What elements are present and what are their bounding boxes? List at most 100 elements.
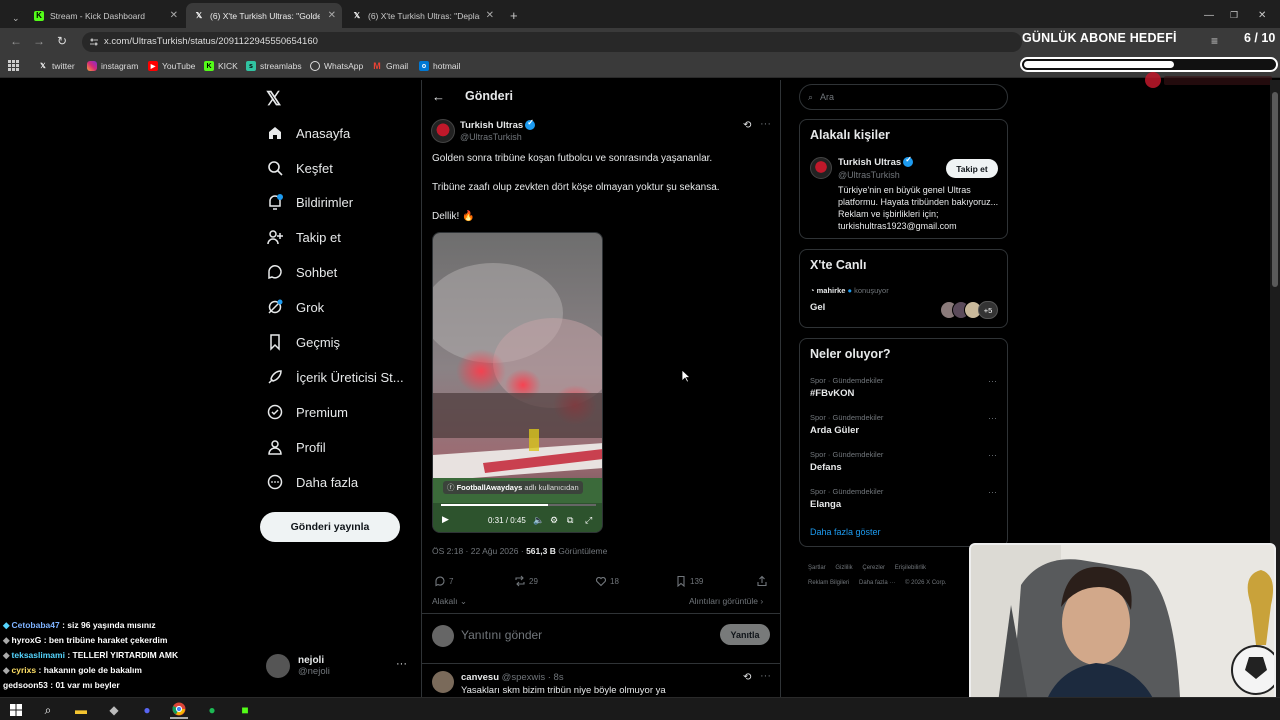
video-progress-track[interactable]	[441, 504, 596, 506]
app-icon[interactable]: ◆	[105, 701, 123, 719]
x-logo-icon[interactable]: 𝕏	[266, 88, 281, 111]
sidebar-item-history[interactable]: Geçmiş	[266, 329, 340, 355]
relevance-sort[interactable]: Alakalı ⌄	[432, 596, 467, 607]
back-arrow-icon[interactable]: ←	[432, 89, 445, 104]
footer-link[interactable]: Çerezler	[862, 565, 885, 571]
footer-link[interactable]: Gizlilik	[835, 565, 852, 571]
sidebar-item-grok[interactable]: Grok	[266, 294, 324, 320]
grok-explain-icon[interactable]: ⟲	[743, 120, 751, 131]
tab-x-golden[interactable]: 𝕏 (6) X'te Turkish Ultras: "Golden ✕	[186, 3, 342, 28]
reply-button[interactable]: Yanıtla	[720, 624, 770, 645]
search-icon[interactable]: ⌕	[39, 701, 57, 719]
tab-kick-dashboard[interactable]: K Stream - Kick Dashboard ✕	[26, 3, 184, 28]
chrome-icon[interactable]	[170, 701, 188, 719]
pip-icon[interactable]: ⧉	[567, 515, 573, 526]
author-avatar[interactable]	[431, 119, 455, 143]
person-name[interactable]: Turkish Ultras	[838, 155, 914, 168]
avatar[interactable]	[432, 671, 454, 693]
close-icon[interactable]: ✕	[486, 10, 494, 21]
trend-item[interactable]: Spor · Gündemdekiler Arda Güler	[810, 413, 883, 436]
sidebar-item-more[interactable]: Daha fazla	[266, 469, 358, 495]
close-icon[interactable]: ✕	[328, 10, 336, 21]
more-horizontal-icon[interactable]: ···	[396, 658, 407, 670]
menu-lines-icon[interactable]: ≡	[1211, 34, 1218, 48]
post-button[interactable]: Gönderi yayınla	[260, 512, 400, 542]
bookmark-twitter[interactable]: 𝕏twitter	[38, 61, 75, 71]
more-horizontal-icon[interactable]: ···	[988, 450, 997, 460]
bookmark-streamlabs[interactable]: s streamlabs	[246, 61, 302, 71]
video-attribution[interactable]: ⓕ FootballAwaydays adlı kullanıcıdan	[443, 481, 583, 494]
bookmark-youtube[interactable]: ▶ YouTube	[148, 61, 195, 71]
like-action[interactable]: 18	[595, 575, 619, 587]
reply-input[interactable]: Yanıtını gönder	[461, 628, 542, 642]
avatar[interactable]	[810, 157, 832, 179]
video-player[interactable]: ⓕ FootballAwaydays adlı kullanıcıdan ▶ 0…	[432, 232, 603, 533]
bookmark-instagram[interactable]: instagram	[87, 61, 138, 71]
author-handle[interactable]: @UltrasTurkish	[460, 132, 522, 142]
file-explorer-icon[interactable]: ▬	[72, 701, 90, 719]
settings-icon[interactable]: ⚙	[550, 515, 558, 526]
tab-x-deplasman[interactable]: 𝕏 (6) X'te Turkish Ultras: "Deplasm ✕	[344, 3, 500, 28]
account-switcher[interactable]: nejoli @nejoli	[266, 654, 330, 678]
kick-icon[interactable]: ■	[236, 701, 254, 719]
footer-link[interactable]: Daha fazla ···	[859, 580, 895, 586]
bookmark-gmail[interactable]: M Gmail	[372, 61, 408, 71]
sidebar-item-notifications[interactable]: Bildirimler	[266, 189, 353, 215]
close-icon[interactable]: ✕	[170, 10, 178, 21]
more-horizontal-icon[interactable]: ···	[760, 670, 771, 682]
footer-link[interactable]: Şartlar	[808, 565, 826, 571]
more-horizontal-icon[interactable]: ···	[988, 376, 997, 386]
close-window-button[interactable]: ✕	[1250, 3, 1266, 28]
repost-action[interactable]: 29	[514, 575, 538, 587]
view-quotes-link[interactable]: Alıntıları görüntüle ›	[689, 596, 763, 606]
comment-author[interactable]: canvesu @spexwis · 8s	[461, 672, 564, 683]
volume-icon[interactable]: 🔈	[533, 515, 544, 526]
bookmark-whatsapp[interactable]: WhatsApp	[310, 61, 363, 71]
footer-link[interactable]: Reklam Bilgileri	[808, 580, 849, 586]
follow-button[interactable]: Takip et	[946, 159, 998, 178]
search-input[interactable]: ⌕ Ara	[799, 84, 1008, 110]
minimize-button[interactable]: —	[1196, 3, 1214, 28]
play-icon[interactable]: ▶	[442, 514, 449, 525]
reply-count: 7	[449, 576, 454, 586]
trend-title: Elanga	[810, 499, 842, 510]
windows-start-icon[interactable]	[7, 701, 25, 719]
restore-button[interactable]: ❐	[1222, 3, 1238, 28]
back-icon[interactable]: ←	[10, 34, 22, 48]
show-more-link[interactable]: Daha fazla göster	[810, 527, 881, 537]
bookmark-hotmail[interactable]: o hotmail	[419, 61, 460, 71]
site-info-icon[interactable]	[89, 37, 99, 47]
trend-item[interactable]: Spor · Gündemdekiler #FBvKON	[810, 376, 883, 399]
bookmark-action[interactable]: 139	[675, 575, 703, 587]
apps-grid-icon[interactable]	[8, 60, 19, 71]
footer-link[interactable]: Erişilebilirlik	[895, 565, 926, 571]
fullscreen-icon[interactable]: ⤢	[585, 515, 592, 526]
more-horizontal-icon[interactable]: ···	[760, 118, 771, 130]
bookmark-kick[interactable]: K KICK	[204, 61, 238, 71]
author-name[interactable]: Turkish Ultras	[460, 118, 536, 131]
person-handle[interactable]: @UltrasTurkish	[838, 170, 900, 180]
sidebar-item-explore[interactable]: Keşfet	[266, 155, 333, 181]
discord-icon[interactable]: ●	[138, 701, 156, 719]
scrollbar-thumb[interactable]	[1272, 92, 1278, 287]
spotify-icon[interactable]: ●	[203, 701, 221, 719]
reload-icon[interactable]: ↻	[57, 34, 67, 48]
sidebar-item-chat[interactable]: Sohbet	[266, 259, 337, 285]
reply-action[interactable]: 7	[434, 575, 453, 587]
grok-explain-icon[interactable]: ⟲	[743, 672, 751, 683]
more-horizontal-icon[interactable]: ···	[988, 487, 997, 497]
live-card[interactable]: X'te Canlı ◔ mahirke ● konuşuyor Gel +5	[799, 249, 1008, 328]
sidebar-item-premium[interactable]: Premium	[266, 399, 348, 425]
url-input[interactable]: x.com/UltrasTurkish/status/2091122945550…	[82, 32, 1022, 52]
trend-item[interactable]: Spor · Gündemdekiler Elanga	[810, 487, 883, 510]
forward-icon[interactable]: →	[33, 34, 45, 48]
more-horizontal-icon[interactable]: ···	[988, 413, 997, 423]
new-tab-button[interactable]: +	[502, 3, 518, 28]
trend-item[interactable]: Spor · Gündemdekiler Defans	[810, 450, 883, 473]
sidebar-item-profile[interactable]: Profil	[266, 434, 326, 460]
sidebar-item-creator-studio[interactable]: İçerik Üreticisi St...	[266, 364, 404, 390]
sidebar-item-home[interactable]: Anasayfa	[266, 120, 350, 146]
sidebar-item-follow[interactable]: Takip et	[266, 224, 341, 250]
share-action[interactable]	[756, 575, 768, 587]
post-timestamp[interactable]: ÖS 2:18 · 22 Ağu 2026 ·	[432, 546, 524, 556]
